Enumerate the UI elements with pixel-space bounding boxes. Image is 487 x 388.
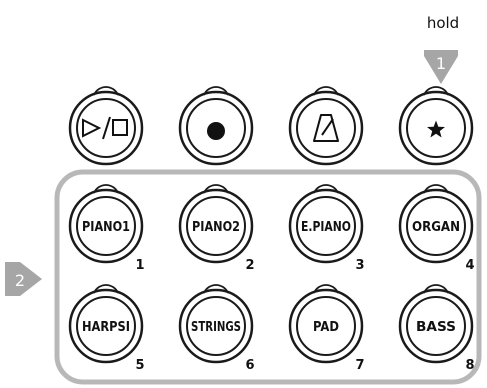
voice-button-number: 7 bbox=[355, 358, 364, 373]
voice-button-piano1[interactable]: PIANO1 1 bbox=[68, 184, 145, 273]
metronome-button[interactable] bbox=[288, 86, 364, 166]
keyboard-control-panel: 1 2 PIANO1 1 PIANO2 2 E.PIANO 3 ORGAN 4HARPSI5S… bbox=[5, 50, 482, 385]
voice-button-bass[interactable]: BASS 8 bbox=[398, 284, 475, 373]
voice-button-number: 4 bbox=[465, 258, 474, 273]
voice-button-label: PIANO2 bbox=[192, 220, 240, 235]
voice-button-label: ORGAN bbox=[412, 220, 460, 235]
marker-2: 2 bbox=[5, 262, 42, 296]
voice-button-e-piano[interactable]: E.PIANO 3 bbox=[288, 184, 365, 273]
voice-button-number: 5 bbox=[135, 358, 144, 373]
voice-button-label: HARPSI bbox=[82, 320, 130, 335]
voice-button-label: E.PIANO bbox=[301, 220, 351, 235]
record-button[interactable] bbox=[178, 86, 254, 166]
voice-button-number: 1 bbox=[135, 258, 144, 273]
voice-buttons: PIANO1 1 PIANO2 2 E.PIANO 3 ORGAN 4 HARPSI 5 STRIN… bbox=[68, 184, 475, 373]
voice-button-piano2[interactable]: PIANO2 2 bbox=[178, 184, 255, 273]
voice-button-label: PIANO1 bbox=[82, 220, 130, 235]
voice-button-label: STRINGS bbox=[191, 320, 241, 335]
voice-button-label: PAD bbox=[313, 320, 339, 335]
play-stop-button[interactable] bbox=[68, 86, 144, 166]
voice-button-strings[interactable]: STRINGS 6 bbox=[178, 284, 255, 373]
marker-1-number: 1 bbox=[436, 54, 446, 73]
voice-button-number: 3 bbox=[355, 258, 364, 273]
voice-button-number: 6 bbox=[245, 358, 254, 373]
voice-button-number: 8 bbox=[465, 358, 474, 373]
voice-button-label: BASS bbox=[416, 320, 456, 335]
voice-button-organ[interactable]: ORGAN 4 bbox=[398, 184, 475, 273]
favorite-button[interactable] bbox=[398, 86, 474, 166]
marker-2-number: 2 bbox=[15, 271, 25, 290]
record-dot-icon bbox=[207, 122, 225, 140]
voice-button-number: 2 bbox=[245, 258, 254, 273]
marker-1: 1 bbox=[424, 50, 458, 84]
voice-button-harpsi[interactable]: HARPSI 5 bbox=[68, 284, 145, 373]
voice-button-pad[interactable]: PAD 7 bbox=[288, 284, 365, 373]
